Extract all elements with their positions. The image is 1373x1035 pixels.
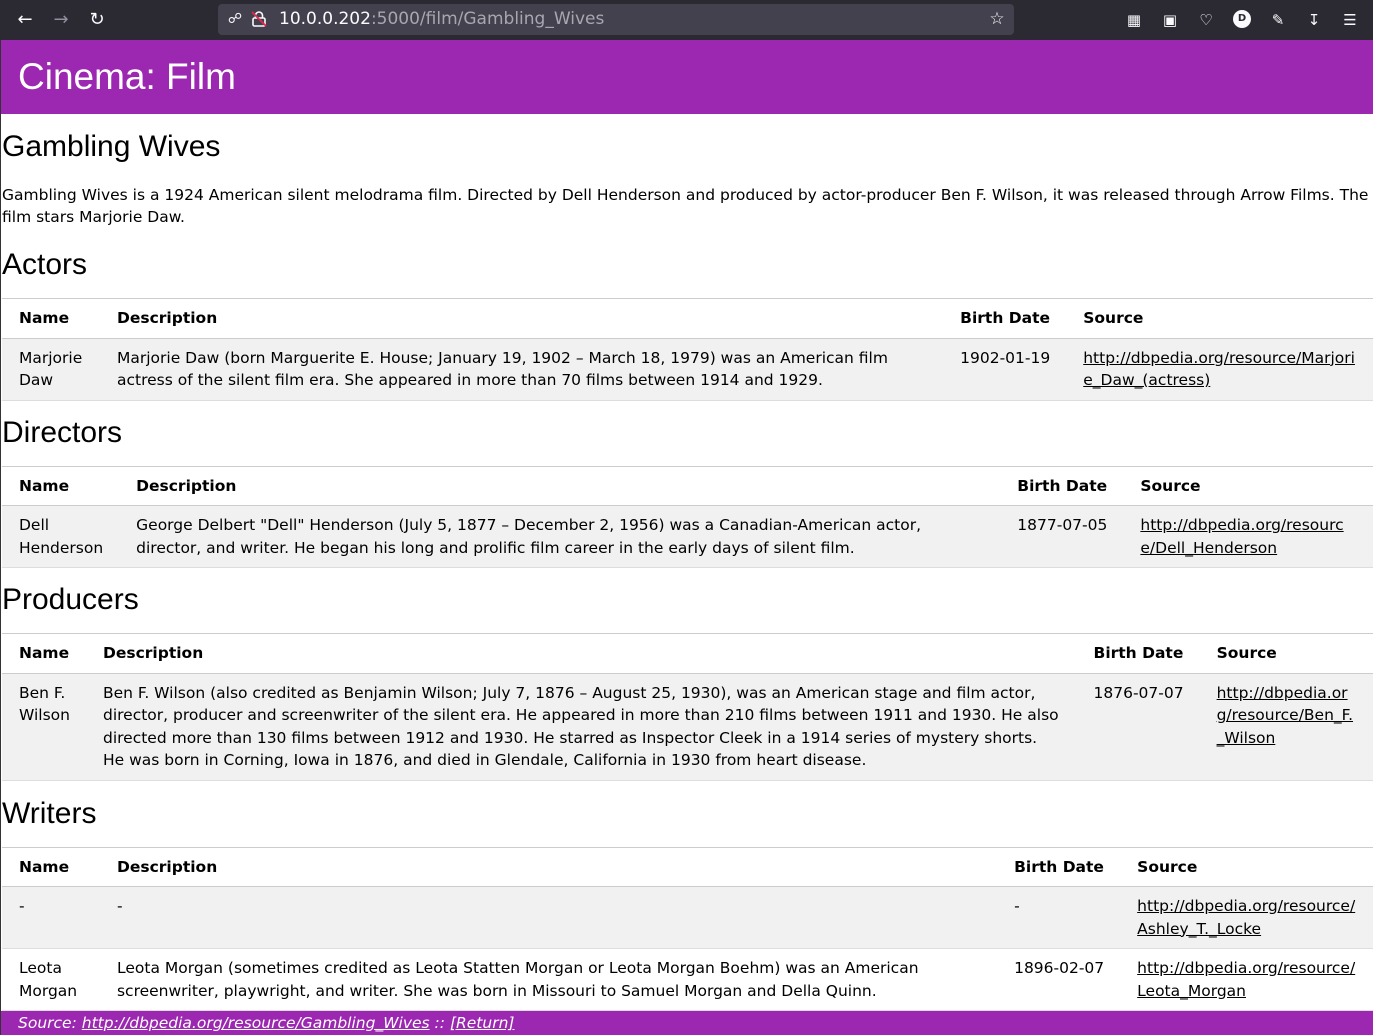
account-avatar-icon[interactable]: D xyxy=(1233,10,1251,28)
section-title-directors: Directors xyxy=(2,415,123,449)
column-header-birth-date: Birth Date xyxy=(997,846,1121,887)
actors-table: Name Description Birth Date Source Marjo… xyxy=(2,298,1373,401)
film-title: Gambling Wives xyxy=(2,130,221,163)
table-row: Dell Henderson George Delbert "Dell" Hen… xyxy=(2,505,1373,568)
table-header-row: Name Description Birth Date Source xyxy=(2,846,1373,887)
column-header-description: Description xyxy=(99,298,944,339)
forward-arrow-icon[interactable]: → xyxy=(47,6,75,34)
film-abstract: Gambling Wives is a 1924 American silent… xyxy=(2,186,1369,226)
reload-icon[interactable]: ↻ xyxy=(83,6,111,34)
person-description: George Delbert "Dell" Henderson (July 5,… xyxy=(119,505,1001,568)
person-source-cell: http://dbpedia.org/resource/Ben_F._Wilso… xyxy=(1199,673,1373,781)
person-birth-date: 1876-07-07 xyxy=(1076,673,1200,781)
footer-source-label: Source: xyxy=(18,1014,77,1032)
address-bar[interactable]: ☍ 10.0.0.202:5000/film/Gambling_Wives ☆ xyxy=(218,4,1014,35)
footer-return-link[interactable]: [Return] xyxy=(450,1014,515,1032)
person-source-cell: http://dbpedia.org/resource/Ashley_T._Lo… xyxy=(1120,886,1373,949)
column-header-birth-date: Birth Date xyxy=(1000,465,1124,506)
url-text[interactable]: 10.0.0.202:5000/film/Gambling_Wives xyxy=(279,9,604,30)
person-name: - xyxy=(2,886,100,949)
person-source-cell: http://dbpedia.org/resource/Leota_Morgan xyxy=(1120,948,1373,1011)
url-host: 10.0.0.202 xyxy=(279,9,371,29)
column-header-birth-date: Birth Date xyxy=(1076,633,1200,674)
table-row: Ben F. Wilson Ben F. Wilson (also credit… xyxy=(2,673,1373,781)
browser-toolbar: ← → ↻ ☍ 10.0.0.202:5000/film/Gambling_Wi… xyxy=(0,0,1373,40)
container-icon[interactable]: ▣ xyxy=(1158,8,1182,32)
table-row: - - - http://dbpedia.org/resource/Ashley… xyxy=(2,886,1373,949)
source-link[interactable]: http://dbpedia.org/resource/Ashley_T._Lo… xyxy=(1137,897,1355,938)
column-header-description: Description xyxy=(99,846,998,887)
directors-table: Name Description Birth Date Source Dell … xyxy=(2,465,1373,568)
person-description: Leota Morgan (sometimes credited as Leot… xyxy=(99,948,998,1011)
source-link[interactable]: http://dbpedia.org/resource/Marjorie_Daw… xyxy=(1083,349,1355,390)
person-source-cell: http://dbpedia.org/resource/Marjorie_Daw… xyxy=(1066,338,1373,401)
lock-icon[interactable] xyxy=(250,10,268,28)
tab-manager-icon[interactable]: ▦ xyxy=(1122,8,1146,32)
column-header-description: Description xyxy=(119,465,1001,506)
column-header-name: Name xyxy=(2,465,120,506)
section-title-actors: Actors xyxy=(2,248,88,281)
footer-separator: :: xyxy=(434,1014,445,1032)
extensions-icon[interactable]: ✎ xyxy=(1266,8,1290,32)
person-name: Dell Henderson xyxy=(2,505,120,568)
person-birth-date: 1877-07-05 xyxy=(1000,505,1124,568)
column-header-source: Source xyxy=(1066,298,1373,339)
url-path: :5000/film/Gambling_Wives xyxy=(370,9,605,29)
section-title-writers: Writers xyxy=(2,796,97,830)
column-header-name: Name xyxy=(2,298,100,339)
person-name: Ben F. Wilson xyxy=(2,673,86,781)
page-footer: Source: http://dbpedia.org/resource/Gamb… xyxy=(1,1011,1373,1035)
person-birth-date: - xyxy=(997,886,1121,949)
site-header: Cinema: Film xyxy=(1,40,1373,114)
writers-table: Name Description Birth Date Source - - -… xyxy=(2,846,1373,1011)
person-name: Marjorie Daw xyxy=(2,338,100,401)
producers-table: Name Description Birth Date Source Ben F… xyxy=(2,633,1373,781)
main-content: Gambling Wives Gambling Wives is a 1924 … xyxy=(2,114,1373,1011)
column-header-description: Description xyxy=(85,633,1077,674)
footer-source-link[interactable]: http://dbpedia.org/resource/Gambling_Wiv… xyxy=(82,1014,430,1032)
shield-icon[interactable]: ☍ xyxy=(226,10,244,28)
source-link[interactable]: http://dbpedia.org/resource/Leota_Morgan xyxy=(1137,959,1355,1000)
person-description: - xyxy=(99,886,998,949)
site-title: Cinema: Film xyxy=(18,56,236,97)
column-header-source: Source xyxy=(1120,846,1373,887)
person-birth-date: 1896-02-07 xyxy=(997,948,1121,1011)
person-source-cell: http://dbpedia.org/resource/Dell_Henders… xyxy=(1123,505,1373,568)
table-row: Leota Morgan Leota Morgan (sometimes cre… xyxy=(2,948,1373,1011)
column-header-source: Source xyxy=(1199,633,1373,674)
column-header-birth-date: Birth Date xyxy=(943,298,1067,339)
source-link[interactable]: http://dbpedia.org/resource/Ben_F._Wilso… xyxy=(1217,684,1353,747)
source-link[interactable]: http://dbpedia.org/resource/Dell_Henders… xyxy=(1140,516,1343,557)
table-header-row: Name Description Birth Date Source xyxy=(2,633,1373,674)
column-header-name: Name xyxy=(2,846,100,887)
table-row: Marjorie Daw Marjorie Daw (born Margueri… xyxy=(2,338,1373,401)
person-description: Marjorie Daw (born Marguerite E. House; … xyxy=(99,338,944,401)
table-header-row: Name Description Birth Date Source xyxy=(2,465,1373,506)
table-header-row: Name Description Birth Date Source xyxy=(2,298,1373,339)
star-icon[interactable]: ☆ xyxy=(986,8,1008,30)
person-description: Ben F. Wilson (also credited as Benjamin… xyxy=(85,673,1077,781)
back-arrow-icon[interactable]: ← xyxy=(11,6,39,34)
pocket-icon[interactable]: ♡ xyxy=(1194,8,1218,32)
page-viewport: Cinema: Film Gambling Wives Gambling Wiv… xyxy=(0,40,1373,1035)
column-header-source: Source xyxy=(1123,465,1373,506)
menu-icon[interactable]: ☰ xyxy=(1338,8,1362,32)
person-name: Leota Morgan xyxy=(2,948,100,1011)
section-title-producers: Producers xyxy=(2,583,139,616)
column-header-name: Name xyxy=(2,633,86,674)
download-icon[interactable]: ↧ xyxy=(1302,8,1326,32)
person-birth-date: 1902-01-19 xyxy=(943,338,1067,401)
